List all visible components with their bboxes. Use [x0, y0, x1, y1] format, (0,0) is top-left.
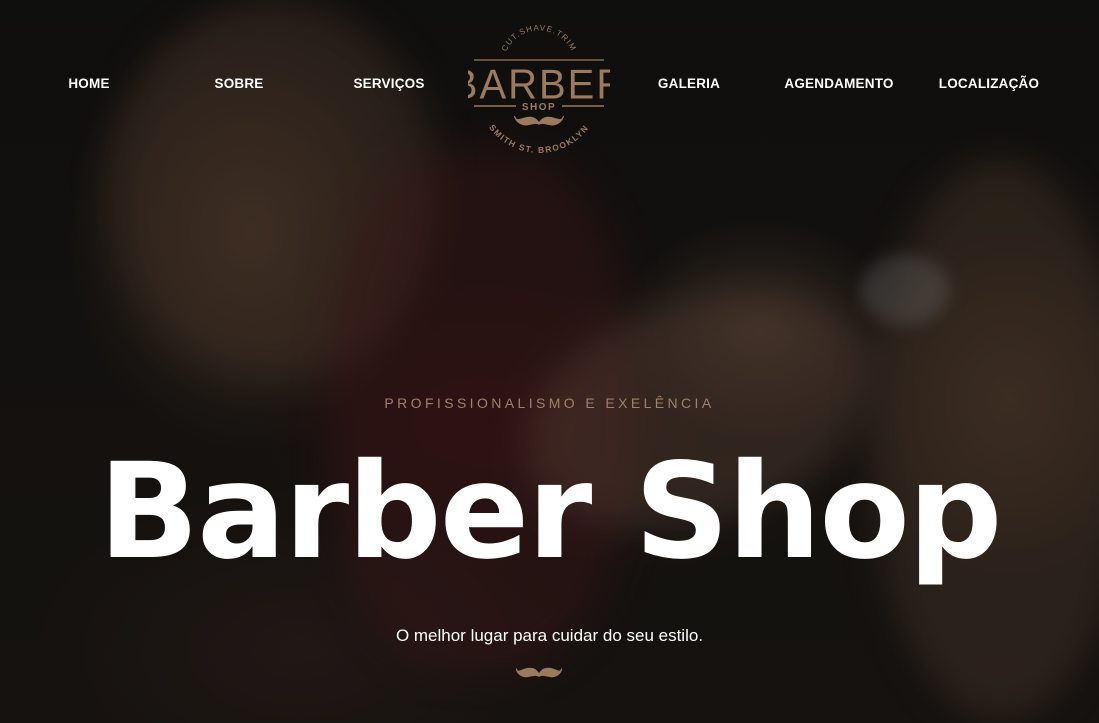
hero-section: HOME SOBRE SERVIÇOS CUT.SHAVE.TRIM BARBE… [0, 0, 1099, 723]
logo-mustache-icon [514, 115, 564, 126]
nav-item-servicos[interactable]: SERVIÇOS [353, 76, 424, 91]
barber-shop-logo[interactable]: CUT.SHAVE.TRIM BARBER SHOP SMITH ST. BRO… [468, 22, 610, 158]
logo-main-text: BARBER [468, 61, 610, 108]
hero-headline: Barber Shop [98, 435, 1002, 589]
nav-item-localizacao[interactable]: LOCALIZAÇÃO [939, 76, 1039, 91]
hero-tagline: O melhor lugar para cuidar do seu estilo… [395, 626, 704, 645]
logo-graphic: CUT.SHAVE.TRIM BARBER SHOP SMITH ST. BRO… [468, 23, 610, 155]
hero-eyebrow: PROFISSIONALISMO E EXELÊNCIA [384, 395, 715, 411]
main-nav: HOME SOBRE SERVIÇOS CUT.SHAVE.TRIM BARBE… [0, 0, 1099, 170]
logo-bottom-text: SMITH ST. BROOKLYN [487, 122, 591, 155]
nav-item-agendamento[interactable]: AGENDAMENTO [784, 76, 893, 91]
nav-item-home[interactable]: HOME [68, 76, 109, 91]
mustache-icon [516, 667, 562, 678]
logo-sub-text: SHOP [522, 102, 556, 113]
nav-item-sobre[interactable]: SOBRE [214, 76, 263, 91]
logo-top-text: CUT.SHAVE.TRIM [500, 23, 579, 53]
nav-item-galeria[interactable]: GALERIA [658, 76, 720, 91]
